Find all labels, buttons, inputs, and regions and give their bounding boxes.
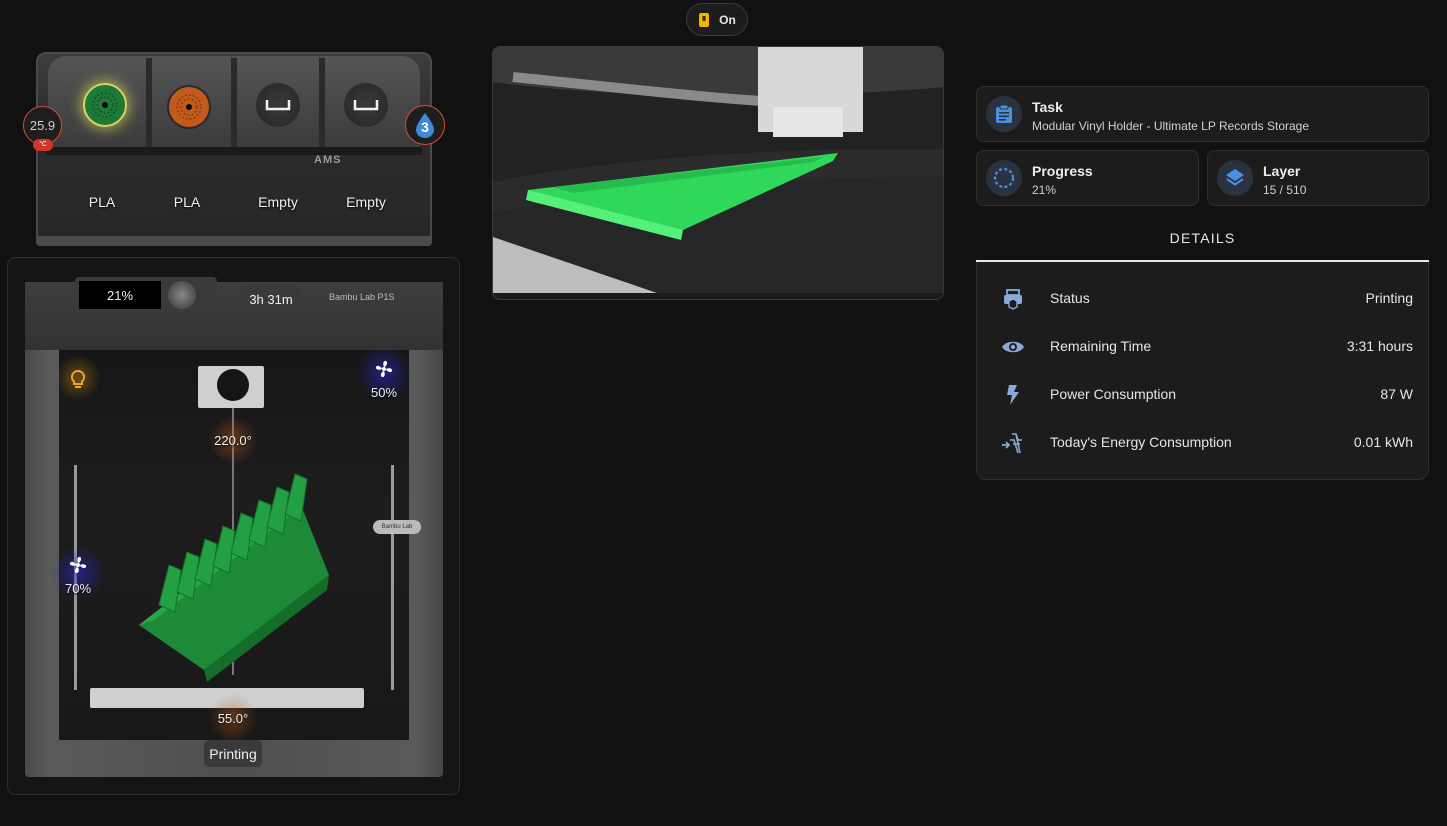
power-state-label: On — [719, 12, 736, 27]
clipboard-text-icon — [996, 104, 1012, 123]
layer-value: 15 / 510 — [1263, 183, 1307, 197]
progress-circle-icon — [993, 167, 1015, 189]
printer-status-pill: Printing — [204, 740, 262, 767]
printer-chamber — [59, 350, 409, 740]
camera-feed[interactable] — [492, 46, 944, 300]
ams-brand-text: AMS — [314, 154, 342, 166]
layer-card[interactable]: Layer 15 / 510 — [1207, 150, 1429, 206]
power-consumption-label: Power Consumption — [1050, 386, 1177, 402]
lightning-bolt-icon — [1001, 383, 1025, 407]
details-row-energy[interactable]: Today's Energy Consumption 0.01 kWh — [977, 419, 1430, 467]
ams-humidity-badge[interactable]: 3 — [405, 105, 445, 145]
part-fan-speed: 70% — [64, 581, 92, 596]
power-consumption-value: 87 W — [1380, 386, 1413, 402]
details-row-remaining-time[interactable]: Remaining Time 3:31 hours — [977, 323, 1430, 371]
empty-slot-icon — [353, 100, 379, 111]
energy-consumption-value: 0.01 kWh — [1353, 434, 1413, 450]
fan-icon[interactable] — [373, 358, 395, 380]
ams-slot-2-spool[interactable] — [167, 85, 211, 129]
ams-divider — [231, 58, 237, 148]
energy-consumption-label: Today's Energy Consumption — [1050, 434, 1232, 450]
ams-unit: PLA PLA Empty Empty AMS — [36, 52, 432, 246]
ams-humidity-value: 3 — [421, 119, 429, 135]
layer-title: Layer — [1263, 163, 1301, 179]
details-card: Status Printing Remaining Time 3:31 hour… — [976, 262, 1429, 480]
remaining-time-label: Remaining Time — [1050, 338, 1152, 354]
ams-divider — [146, 58, 152, 148]
printer-side-badge: Bambu Lab — [373, 520, 421, 534]
printer-screen-progress: 21% — [79, 281, 161, 309]
tab-details[interactable]: DETAILS — [976, 224, 1429, 262]
layers-icon — [1226, 169, 1244, 186]
ams-temperature-value: 25.9 — [29, 118, 56, 133]
eye-icon — [1001, 335, 1025, 359]
ams-base — [36, 236, 432, 246]
empty-slot-icon — [265, 100, 291, 111]
smart-plug-icon — [699, 12, 710, 27]
task-card[interactable]: Task Modular Vinyl Holder - Ultimate LP … — [976, 86, 1429, 142]
progress-title: Progress — [1032, 163, 1093, 179]
nozzle-temperature[interactable]: 220.0° — [203, 433, 263, 448]
ams-slot-4-label: Empty — [346, 194, 386, 210]
ams-slot-3-spool[interactable] — [256, 83, 300, 127]
printer-control-knob — [168, 281, 196, 309]
remaining-time-value: 3:31 hours — [1346, 338, 1413, 354]
status-value: Printing — [1365, 290, 1413, 306]
layer-icon-wrapper — [1217, 160, 1253, 196]
progress-icon-wrapper — [986, 160, 1022, 196]
printer-brand-text: Bambu Lab P1S — [329, 292, 395, 302]
details-row-status[interactable]: Status Printing — [977, 275, 1430, 323]
aux-fan-speed: 50% — [370, 385, 398, 400]
ams-slot-1-label: PLA — [88, 194, 116, 210]
details-row-power[interactable]: Power Consumption 87 W — [977, 371, 1430, 419]
printer-icon — [1001, 287, 1025, 311]
fan-icon[interactable] — [67, 554, 89, 576]
task-icon-wrapper — [986, 96, 1022, 132]
lightbulb-icon[interactable] — [68, 369, 88, 391]
progress-card[interactable]: Progress 21% — [976, 150, 1199, 206]
ams-rail — [46, 147, 422, 155]
status-label: Status — [1050, 290, 1090, 306]
filament-spool-icon — [176, 94, 202, 120]
print-model-illustration — [139, 473, 329, 682]
toolhead-fan — [217, 369, 249, 401]
ams-slot-4-spool[interactable] — [344, 83, 388, 127]
ams-slot-1-spool[interactable] — [83, 83, 127, 127]
task-value: Modular Vinyl Holder - Ultimate LP Recor… — [1032, 119, 1310, 133]
ams-divider — [319, 58, 325, 148]
camera-frame-image — [493, 47, 943, 299]
ams-slot-3-label: Empty — [258, 194, 298, 210]
ams-slot-2-label: PLA — [173, 194, 201, 210]
printer-remaining-time: 3h 31m — [241, 285, 301, 313]
task-title: Task — [1032, 99, 1063, 115]
filament-spool-icon — [92, 92, 118, 118]
power-toggle-chip[interactable]: On — [686, 3, 748, 36]
bed-temperature[interactable]: 55.0° — [203, 711, 263, 726]
ams-temperature-unit: °C — [33, 139, 53, 151]
transmission-tower-import-icon — [1001, 431, 1025, 455]
progress-value: 21% — [1032, 183, 1057, 197]
